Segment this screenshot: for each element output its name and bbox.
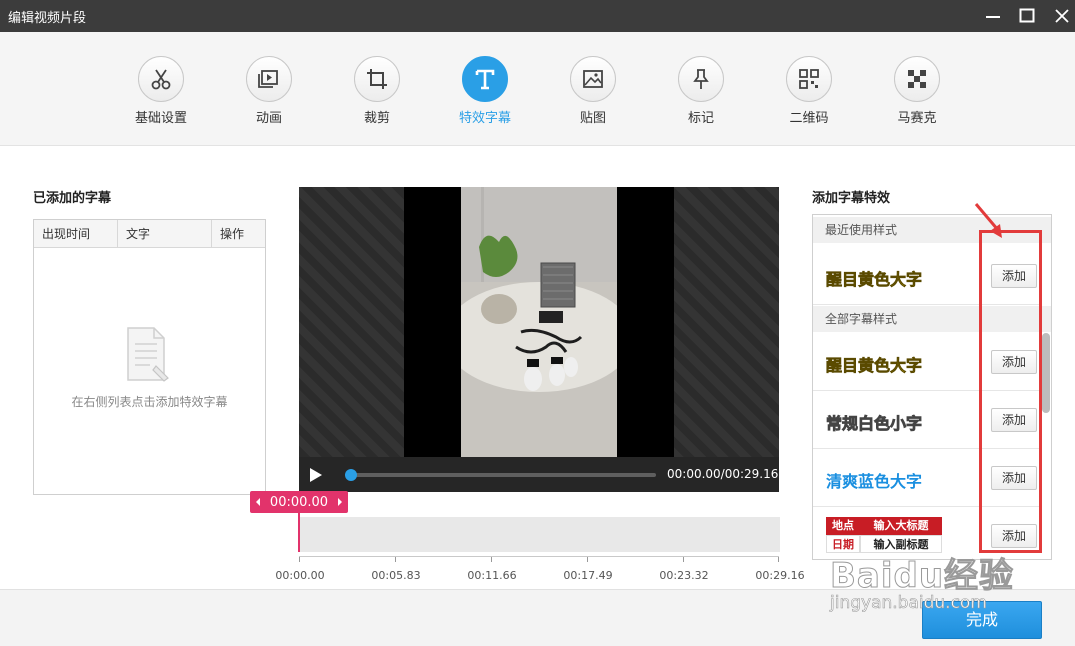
video-preview[interactable] <box>299 187 779 457</box>
title-bar: 编辑视频片段 <box>0 0 1075 32</box>
player-controls: 00:00.00/00:29.16 <box>299 457 779 492</box>
video-frame <box>461 187 617 457</box>
baidu-watermark: Baidu经验 jingyan.baidu.com <box>830 548 1030 614</box>
column-header: 文字 <box>118 220 212 248</box>
added-subtitles-title: 已添加的字幕 <box>33 191 112 206</box>
timeline-tick <box>587 557 588 562</box>
tool-mosaic[interactable]: 马赛克 <box>877 56 957 136</box>
close-icon <box>1055 9 1069 23</box>
timeline-tick <box>778 557 779 562</box>
subtitle-table: 出现时间 文字 操作 在右侧列表点击添加特效字幕 <box>33 219 266 495</box>
scissors-icon <box>151 69 171 90</box>
timeline-tick-label: 00:17.49 <box>563 569 613 582</box>
style-name: 清爽蓝色大字 <box>826 472 923 491</box>
text-icon <box>475 69 495 90</box>
tool-label: 二维码 <box>789 111 829 126</box>
template-place: 地点 <box>826 517 860 535</box>
timeline-tick-label: 00:05.83 <box>371 569 421 582</box>
player-time: 00:00.00/00:29.16 <box>667 467 779 481</box>
timeline-tick-label: 00:29.16 <box>755 569 805 582</box>
empty-document-icon <box>127 327 169 382</box>
chevron-right-icon[interactable] <box>337 497 343 507</box>
column-header: 操作 <box>220 227 245 241</box>
tool-label: 特效字幕 <box>458 111 511 126</box>
minimize-button[interactable] <box>976 0 1010 32</box>
timeline-tick-label: 00:00.00 <box>275 569 325 582</box>
add-effect-title: 添加字幕特效 <box>812 191 891 206</box>
tool-basic-settings[interactable]: 基础设置 <box>121 56 201 136</box>
template-title: 输入大标题 <box>860 517 942 535</box>
timeline-tick-label: 00:23.32 <box>659 569 709 582</box>
chevron-left-icon[interactable] <box>255 497 261 507</box>
timeline-ruler <box>299 556 779 557</box>
minimize-icon <box>986 16 1000 18</box>
timeline-tick <box>491 557 492 562</box>
watermark-logo-text: Baidu经验 <box>830 556 1015 597</box>
empty-hint: 在右侧列表点击添加特效字幕 <box>71 395 228 409</box>
annotation-arrow-icon <box>974 203 1002 238</box>
timeline-tick <box>395 557 396 562</box>
style-name: 醒目黄色大字 <box>826 270 923 290</box>
style-name: 醒目黄色大字 <box>826 356 923 376</box>
timeline-needle[interactable] <box>298 513 300 552</box>
tool-crop[interactable]: 裁剪 <box>337 56 417 136</box>
tool-label: 贴图 <box>579 111 606 126</box>
timeline-tick <box>683 557 684 562</box>
maximize-button[interactable] <box>1010 0 1044 32</box>
progress-track[interactable] <box>350 473 656 477</box>
style-name: 常规白色小字 <box>826 414 923 434</box>
style-list-scrollbar[interactable] <box>1042 333 1050 413</box>
window-title: 编辑视频片段 <box>8 11 87 26</box>
timeline-marker[interactable]: 00:00.00 <box>250 491 348 513</box>
feature-toolbar: 基础设置 动画 裁剪 特效字幕 贴图 标记 二维码 马赛克 <box>0 32 1075 146</box>
tool-sticker[interactable]: 贴图 <box>553 56 633 136</box>
subtitle-table-header: 出现时间 文字 操作 <box>34 220 265 248</box>
play-icon[interactable] <box>309 467 323 483</box>
column-header: 出现时间 <box>34 220 118 248</box>
maximize-icon <box>1019 8 1035 23</box>
tool-label: 基础设置 <box>134 111 187 126</box>
tool-qrcode[interactable]: 二维码 <box>769 56 849 136</box>
mosaic-icon <box>908 70 926 88</box>
video-frame-image <box>461 187 617 457</box>
timeline-current-time: 00:00.00 <box>269 494 329 510</box>
annotation-highlight-box <box>979 230 1042 553</box>
tool-label: 标记 <box>687 111 714 126</box>
close-button[interactable] <box>1045 0 1075 32</box>
tool-label: 动画 <box>255 111 282 126</box>
crop-icon <box>367 69 387 89</box>
tool-label: 马赛克 <box>897 111 937 126</box>
pin-icon <box>693 69 709 89</box>
timeline-tick <box>299 557 300 562</box>
animation-icon <box>258 70 278 88</box>
tool-label: 裁剪 <box>363 111 390 126</box>
tool-effect-subtitle[interactable]: 特效字幕 <box>445 56 525 136</box>
timeline-tick-label: 00:11.66 <box>467 569 517 582</box>
tool-mark[interactable]: 标记 <box>661 56 741 136</box>
progress-knob[interactable] <box>345 469 357 481</box>
image-icon <box>583 70 603 88</box>
tool-animation[interactable]: 动画 <box>229 56 309 136</box>
timeline-track[interactable] <box>300 517 780 552</box>
qrcode-icon <box>799 69 819 89</box>
